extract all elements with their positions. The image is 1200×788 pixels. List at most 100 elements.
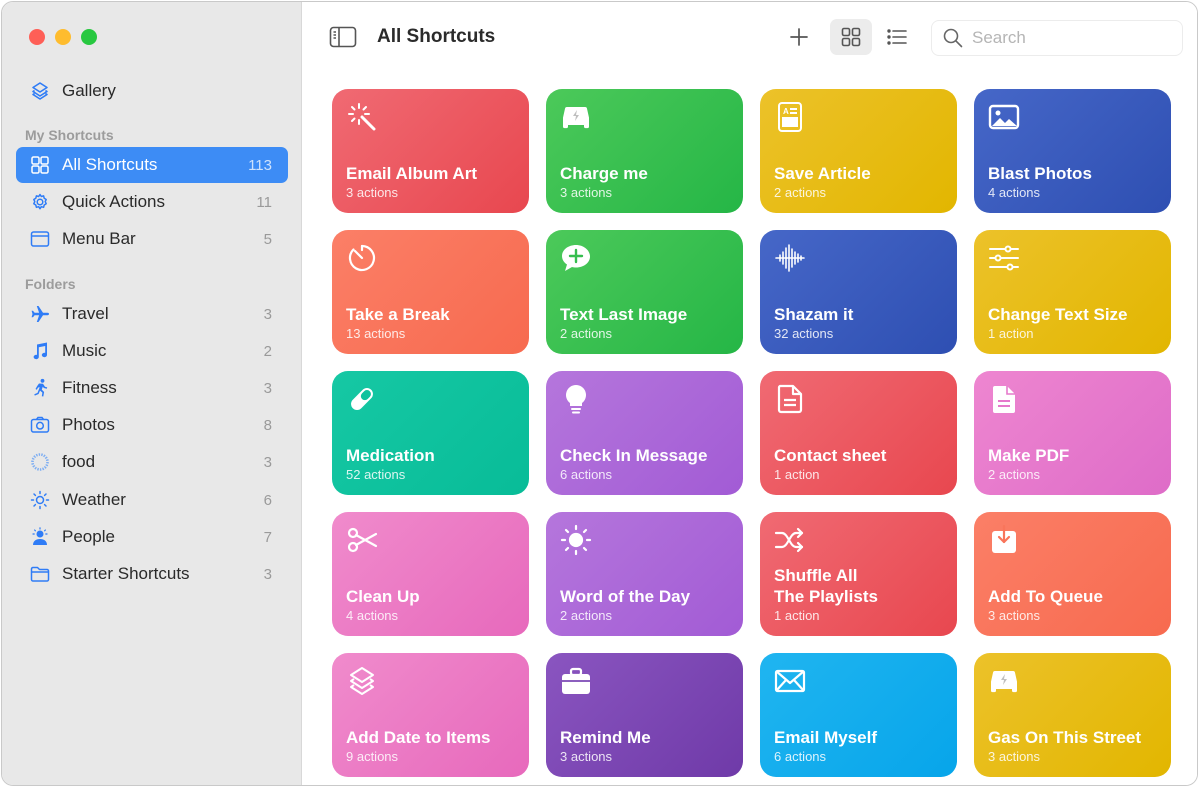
shortcut-card[interactable]: Email Myself 6 actions (760, 653, 957, 777)
sidebar-folder-weather[interactable]: Weather 6 (16, 482, 288, 518)
shortcut-action-count: 32 actions (774, 326, 834, 341)
shortcut-card[interactable]: Shazam it 32 actions (760, 230, 957, 354)
shortcut-action-count: 6 actions (774, 749, 827, 764)
shortcut-card[interactable]: Word of the Day 2 actions (546, 512, 743, 636)
document-filled-icon (988, 383, 1020, 415)
sidebar-folder-food[interactable]: food 3 (16, 444, 288, 480)
music-note-icon (30, 341, 50, 361)
shortcut-card[interactable]: Medication 52 actions (332, 371, 529, 495)
sidebar-item-label: Travel (62, 304, 109, 323)
scissors-icon (346, 524, 378, 556)
layers-icon (346, 665, 378, 697)
shortcut-card[interactable]: Make PDF 2 actions (974, 371, 1171, 495)
list-view-button[interactable] (876, 19, 918, 55)
shortcut-card[interactable]: Take a Break 13 actions (332, 230, 529, 354)
shortcut-card[interactable]: Change Text Size 1 action (974, 230, 1171, 354)
photo-icon (988, 101, 1020, 133)
sidebar-item-label: Starter Shortcuts (62, 564, 190, 583)
sidebar-folder-photos[interactable]: Photos 8 (16, 407, 288, 443)
shortcut-title: Add To Queue (988, 587, 1103, 606)
shortcut-card[interactable]: Contact sheet 1 action (760, 371, 957, 495)
camera-icon (30, 415, 50, 435)
sidebar-item-count: 113 (248, 156, 272, 174)
sidebar-item-count: 3 (263, 305, 272, 323)
grid-view-icon (841, 27, 861, 47)
sidebar-folder-people[interactable]: People 7 (16, 519, 288, 555)
shortcut-title: Email Myself (774, 728, 877, 747)
shortcut-card-text: Gas On This Street 3 actions (988, 727, 1161, 764)
page-title: All Shortcuts (377, 26, 496, 47)
shortcut-title: Text Last Image (560, 305, 688, 324)
shortcut-title: Take a Break (346, 305, 450, 324)
shortcut-card-text: Email Album Art 3 actions (346, 163, 519, 200)
sidebar-item-count: 2 (263, 342, 272, 360)
toggle-sidebar-button[interactable] (329, 26, 357, 48)
shortcut-card[interactable]: Clean Up 4 actions (332, 512, 529, 636)
search-input[interactable] (972, 28, 1172, 48)
shortcut-card[interactable]: Add To Queue 3 actions (974, 512, 1171, 636)
timer-icon (346, 242, 378, 274)
dotted-circle-icon (30, 452, 50, 472)
layers-icon (30, 81, 50, 101)
sidebar-item-label: Fitness (62, 378, 117, 397)
shortcut-card[interactable]: Shuffle All The Playlists 1 action (760, 512, 957, 636)
shortcut-card-text: Check In Message 6 actions (560, 445, 733, 482)
shortcut-card[interactable]: A Save Article 2 actions (760, 89, 957, 213)
sidebar-item-label: Weather (62, 490, 126, 509)
shortcut-title: Make PDF (988, 446, 1070, 465)
shortcut-card[interactable]: Remind Me 3 actions (546, 653, 743, 777)
shortcut-card[interactable]: Gas On This Street 3 actions (974, 653, 1171, 777)
shortcut-card-text: Shazam it 32 actions (774, 304, 947, 341)
search-icon (943, 28, 963, 48)
shortcut-card-text: Clean Up 4 actions (346, 586, 519, 623)
search-field[interactable] (931, 20, 1183, 56)
sidebar-item-quick-actions[interactable]: Quick Actions 11 (16, 184, 288, 220)
folder-icon (30, 564, 50, 584)
sidebar-item-menu-bar[interactable]: Menu Bar 5 (16, 221, 288, 257)
sidebar-item-gallery[interactable]: Gallery (16, 73, 288, 109)
shortcut-title: Change Text Size (988, 305, 1128, 324)
shortcut-title: Charge me (560, 164, 648, 183)
shortcut-action-count: 2 actions (560, 608, 613, 623)
sidebar-folder-starter-shortcuts[interactable]: Starter Shortcuts 3 (16, 556, 288, 592)
folders-header: Folders (25, 276, 76, 292)
sidebar-item-label: Menu Bar (62, 229, 136, 248)
sidebar-folder-music[interactable]: Music 2 (16, 333, 288, 369)
sidebar-folder-fitness[interactable]: Fitness 3 (16, 370, 288, 406)
shortcut-card[interactable]: Charge me 3 actions (546, 89, 743, 213)
main-content: All Shortcuts Email Album Art3 actions Ch… (302, 2, 1197, 785)
list-view-icon (887, 29, 907, 45)
add-shortcut-button[interactable] (778, 19, 820, 55)
shortcut-action-count: 4 actions (988, 185, 1041, 200)
shortcut-card[interactable]: Check In Message 6 actions (546, 371, 743, 495)
sidebar-item-label: People (62, 527, 115, 546)
sidebar-item-label: Quick Actions (62, 192, 165, 211)
shortcut-title: Word of the Day (560, 587, 691, 606)
shortcut-card-text: Add Date to Items 9 actions (346, 727, 519, 764)
shortcut-card-text: Save Article 2 actions (774, 163, 947, 200)
shortcut-card[interactable]: Text Last Image 2 actions (546, 230, 743, 354)
sidebar-folder-travel[interactable]: Travel 3 (16, 296, 288, 332)
running-figure-icon (30, 378, 50, 398)
shortcut-title: Shazam it (774, 305, 854, 324)
shortcut-card[interactable]: Blast Photos 4 actions (974, 89, 1171, 213)
minimize-window-button[interactable] (55, 29, 71, 45)
shortcut-card[interactable]: Email Album Art 3 actions (332, 89, 529, 213)
shortcut-action-count: 4 actions (346, 608, 399, 623)
grid-view-button[interactable] (830, 19, 872, 55)
sidebar-item-count: 7 (263, 528, 272, 546)
document-icon (774, 383, 806, 415)
close-window-button[interactable] (29, 29, 45, 45)
gear-icon (30, 192, 50, 212)
sidebar-item-all-shortcuts[interactable]: All Shortcuts 113 (16, 147, 288, 183)
shortcut-card-text: Make PDF 2 actions (988, 445, 1161, 482)
shortcut-card-text: Blast Photos 4 actions (988, 163, 1161, 200)
shortcut-action-count: 1 action (774, 608, 820, 623)
sidebar-item-label: food (62, 452, 96, 471)
sidebar-item-count: 3 (263, 453, 272, 471)
sidebar: Gallery My Shortcuts All Shortcuts 113 Q… (2, 2, 302, 785)
shortcut-card-text: Medication 52 actions (346, 445, 519, 482)
shortcut-card[interactable]: Add Date to Items 9 actions (332, 653, 529, 777)
sidebar-item-count: 5 (263, 230, 272, 248)
zoom-window-button[interactable] (81, 29, 97, 45)
